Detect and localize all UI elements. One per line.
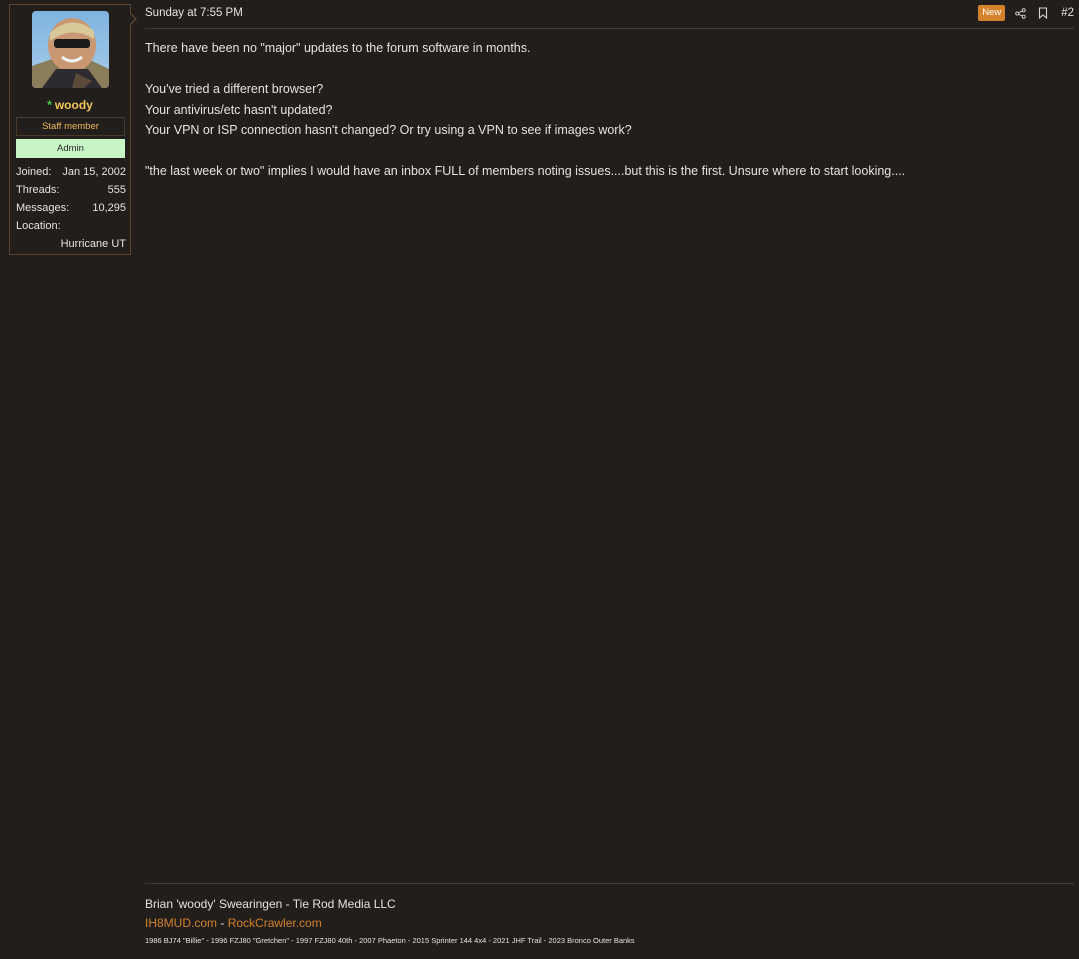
message-paragraph: Your VPN or ISP connection hasn't change… <box>145 123 632 137</box>
location-value[interactable]: Hurricane UT <box>16 235 126 253</box>
username-row[interactable]: * woody <box>10 98 130 112</box>
ih8mud-link[interactable]: IH8MUD.com <box>145 916 217 930</box>
stat-label: Location: <box>16 220 61 232</box>
message-paragraph: Your antivirus/etc hasn't updated? <box>145 102 333 117</box>
stat-value: Jan 15, 2002 <box>62 166 126 178</box>
post-number-link[interactable]: #2 <box>1061 7 1074 19</box>
message-paragraph: "the last week or two" implies I would h… <box>145 164 906 178</box>
username[interactable]: woody <box>55 98 93 112</box>
stat-label: Threads: <box>16 184 60 196</box>
signature: Brian 'woody' Swearingen - Tie Rod Media… <box>145 883 1074 945</box>
message-header: Sunday at 7:55 PM New #2 <box>145 4 1074 29</box>
sidebar-arrow <box>130 13 137 25</box>
message-actions: New #2 <box>978 5 1074 21</box>
role-badge: Admin <box>16 139 125 158</box>
share-icon[interactable] <box>1012 5 1028 21</box>
rockcrawler-link[interactable]: RockCrawler.com <box>228 916 322 930</box>
forum-post: * woody Staff member Admin Joined: Jan 15… <box>0 0 1079 959</box>
message-body: There have been no "major" updates to th… <box>145 38 1065 182</box>
bookmark-icon[interactable] <box>1035 5 1051 21</box>
avatar-image <box>32 11 109 88</box>
stat-location: Location: <box>16 217 126 235</box>
message-paragraph: You've tried a different browser? <box>145 82 324 96</box>
new-badge: New <box>978 5 1006 21</box>
message-paragraph: There have been no "major" updates to th… <box>145 41 531 55</box>
avatar[interactable] <box>32 11 109 88</box>
signature-links: IH8MUD.com - RockCrawler.com <box>145 913 1074 933</box>
staff-member-badge: Staff member <box>16 117 125 136</box>
stat-value[interactable]: 555 <box>108 181 126 199</box>
stat-label: Joined: <box>16 166 52 178</box>
post-date[interactable]: Sunday at 7:55 PM <box>145 7 243 19</box>
online-star-icon: * <box>47 98 52 112</box>
user-sidebar: * woody Staff member Admin Joined: Jan 15… <box>9 4 137 255</box>
stat-joined: Joined: Jan 15, 2002 <box>16 163 126 181</box>
signature-name: Brian 'woody' Swearingen - Tie Rod Media… <box>145 897 396 911</box>
stat-value[interactable]: 10,295 <box>92 199 126 217</box>
stat-label: Messages: <box>16 202 70 214</box>
signature-separator: - <box>220 916 225 930</box>
stat-threads: Threads: 555 <box>16 181 126 199</box>
stat-messages: Messages: 10,295 <box>16 199 126 217</box>
user-stats: Joined: Jan 15, 2002 Threads: 555 Messag… <box>16 163 126 253</box>
signature-vehicles: 1986 BJ74 "Billie" - 1996 FZJ80 "Gretche… <box>145 936 635 945</box>
